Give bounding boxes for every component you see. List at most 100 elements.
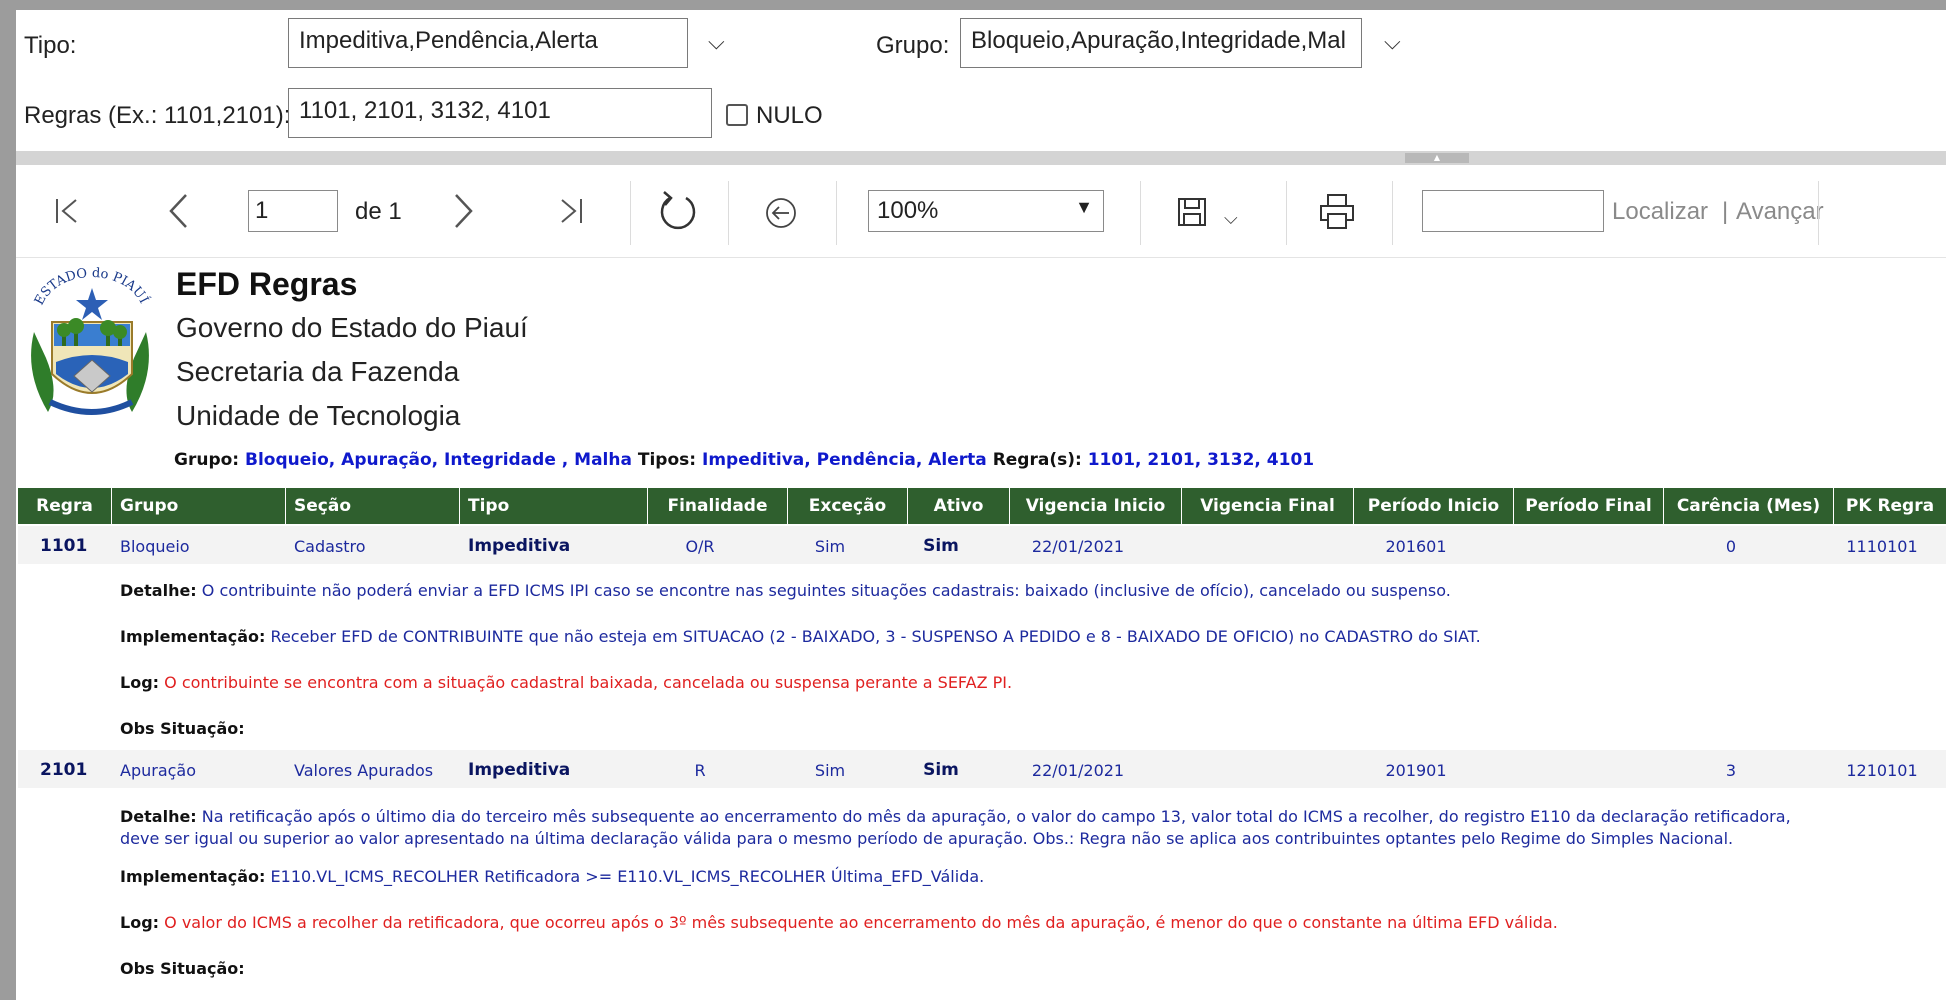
implementacao-label: Implementação: (120, 627, 266, 646)
toolbar-separator (728, 181, 729, 245)
row-implementacao: Implementação: E110.VL_ICMS_RECOLHER Ret… (120, 866, 984, 888)
row-periodo-inicio: 201601 (1385, 537, 1447, 556)
column-header: Período Final (1514, 488, 1664, 524)
tipo-select[interactable]: Impeditiva,Pendência,Alerta (288, 18, 688, 68)
row-detalhe: Detalhe: Na retificação após o último di… (120, 806, 1940, 850)
row-grupo: Bloqueio (120, 537, 190, 556)
column-header: PK Regra (1845, 496, 1935, 516)
column-header: Carência (Mes) (1664, 488, 1834, 524)
row-tipo: Impeditiva (468, 536, 571, 556)
regras-label: Regras (Ex.: 1101,2101): (24, 102, 291, 129)
column-header: Tipo (460, 488, 648, 524)
save-icon[interactable] (1176, 196, 1210, 230)
row-pk-regra: 1210101 (1846, 761, 1918, 780)
detalhe-label: Detalhe: (120, 807, 197, 826)
find-separator: | (1722, 198, 1729, 225)
toolbar-separator (836, 181, 837, 245)
page-number-input[interactable]: 1 (248, 190, 338, 232)
previous-page-icon[interactable] (166, 192, 190, 230)
row-finalidade: R (694, 761, 706, 780)
row-grupo: Apuração (120, 761, 197, 780)
find-text-input[interactable] (1422, 190, 1604, 232)
row-finalidade: O/R (685, 537, 715, 556)
row-ativo: Sim (923, 536, 959, 556)
filter-grupo-label: Grupo: (174, 450, 240, 470)
grupo-chevron-down-icon[interactable]: ⌵ (1384, 30, 1401, 55)
filter-grupo-value: Bloqueio, Apuração, Integridade , Malha (245, 450, 632, 470)
first-page-icon[interactable] (54, 196, 80, 226)
row-excecao: Sim (814, 537, 846, 556)
piaui-coat-of-arms-logo: ESTADO do PIAUÍ (31, 266, 152, 415)
report-org-line: Governo do Estado do Piauí (176, 312, 528, 343)
implementacao-text: Receber EFD de CONTRIBUINTE que não este… (270, 627, 1481, 646)
row-carencia: 0 (1725, 537, 1737, 556)
detalhe-label: Detalhe: (120, 581, 197, 600)
grupo-label: Grupo: (876, 32, 950, 59)
last-page-icon[interactable] (558, 196, 584, 226)
zoom-value: 100% (877, 197, 939, 224)
report-unit-line: Unidade de Tecnologia (176, 400, 461, 431)
window-left-border (0, 0, 16, 1000)
find-button[interactable]: Localizar (1612, 198, 1708, 226)
report-viewer-window: Tipo: Impeditiva,Pendência,Alerta ⌵ Grup… (0, 0, 1946, 1000)
column-header: Regra (18, 488, 112, 524)
zoom-select[interactable]: 100% ▼ (868, 190, 1104, 232)
applied-filters-line: Grupo: Bloqueio, Apuração, Integridade ,… (174, 450, 1314, 470)
log-text: O contribuinte se encontra com a situaçã… (164, 673, 1013, 692)
column-header: Vigencia Inicio (1010, 488, 1182, 524)
implementacao-label: Implementação: (120, 867, 266, 886)
export-chevron-down-icon[interactable]: ⌵ (1224, 208, 1238, 229)
row-periodo-inicio: 201901 (1385, 761, 1447, 780)
grupo-select[interactable]: Bloqueio,Apuração,Integridade,Mal (960, 18, 1362, 68)
refresh-icon[interactable] (656, 188, 700, 232)
tipo-label: Tipo: (24, 32, 77, 59)
column-header: Período Inicio (1354, 488, 1514, 524)
next-page-icon[interactable] (452, 192, 476, 230)
zoom-chevron-down-icon: ▼ (1075, 197, 1093, 217)
row-obs: Obs Situação: (120, 958, 245, 980)
tipo-chevron-down-icon[interactable]: ⌵ (708, 30, 725, 55)
row-implementacao: Implementação: Receber EFD de CONTRIBUIN… (120, 626, 1481, 648)
print-icon[interactable] (1318, 192, 1356, 232)
page-count-label: de 1 (355, 198, 402, 225)
column-header: Grupo (112, 488, 286, 524)
row-secao: Valores Apurados (294, 761, 434, 780)
detalhe-text: O contribuinte não poderá enviar a EFD I… (201, 581, 1451, 600)
column-header: Finalidade (648, 488, 788, 524)
row-regra: 1101 (40, 536, 88, 556)
collapse-handle-icon[interactable]: ▲ (1405, 153, 1469, 163)
implementacao-text: E110.VL_ICMS_RECOLHER Retificadora >= E1… (270, 867, 985, 886)
row-excecao: Sim (814, 761, 846, 780)
filter-regras-label: Regra(s): (992, 450, 1082, 470)
nulo-label: NULO (756, 102, 823, 129)
parameters-splitter[interactable] (16, 151, 1946, 165)
toolbar-separator (1818, 181, 1819, 245)
back-icon[interactable] (764, 196, 798, 230)
row-vigencia-inicio: 22/01/2021 (1031, 761, 1125, 780)
filter-tipos-value: Impeditiva, Pendência, Alerta (702, 450, 987, 470)
row-detalhe: Detalhe: O contribuinte não poderá envia… (120, 580, 1451, 602)
column-header: Ativo (908, 488, 1010, 524)
filter-tipos-label: Tipos: (637, 450, 697, 470)
find-next-button[interactable]: Avançar (1736, 198, 1824, 226)
table-header: Regra Grupo Seção Tipo Finalidade Exceçã… (18, 488, 1946, 524)
row-vigencia-inicio: 22/01/2021 (1031, 537, 1125, 556)
report-title: EFD Regras (176, 266, 358, 302)
filter-regras-value: 1101, 2101, 3132, 4101 (1087, 450, 1315, 470)
row-regra: 2101 (40, 760, 88, 780)
row-secao: Cadastro (294, 537, 366, 556)
log-label: Log: (120, 913, 160, 932)
column-header: Seção (286, 488, 460, 524)
toolbar-separator (1286, 181, 1287, 245)
log-text: O valor do ICMS a recolher da retificado… (164, 913, 1558, 932)
row-pk-regra: 1110101 (1846, 537, 1918, 556)
row-log: Log: O contribuinte se encontra com a si… (120, 672, 1012, 694)
detalhe-text-line2: deve ser igual ou superior ao valor apre… (120, 829, 1734, 848)
regras-input[interactable]: 1101, 2101, 3132, 4101 (288, 88, 712, 138)
row-carencia: 3 (1725, 761, 1737, 780)
toolbar-separator (1140, 181, 1141, 245)
report-department-line: Secretaria da Fazenda (176, 356, 460, 387)
nulo-checkbox[interactable] (726, 104, 748, 126)
window-top-border (0, 0, 1946, 10)
toolbar-separator (630, 181, 631, 245)
